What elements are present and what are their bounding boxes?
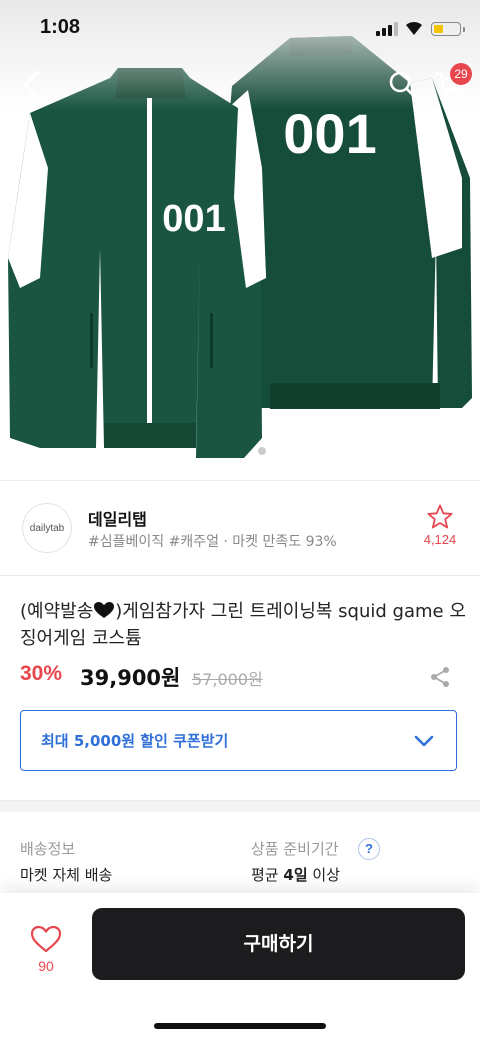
- prep-period-label: 상품 준비기간: [251, 840, 339, 858]
- help-icon[interactable]: ?: [358, 838, 380, 860]
- battery-tip: [463, 27, 465, 32]
- status-time: 1:08: [40, 16, 81, 38]
- heart-icon[interactable]: [30, 925, 62, 953]
- prep-days: 4일: [283, 866, 308, 884]
- prep-suffix: 이상: [312, 866, 341, 884]
- original-price: 57,000원: [192, 670, 263, 689]
- prep-prefix: 평균: [251, 866, 279, 884]
- prep-period-value: 평균 4일 이상: [251, 864, 340, 885]
- coupon-button[interactable]: 최대 5,000원 할인 쿠폰받기: [20, 710, 457, 771]
- shipping-label: 배송정보: [20, 840, 76, 858]
- coupon-label: 최대 5,000원 할인 쿠폰받기: [41, 732, 229, 750]
- back-number: 001: [283, 102, 376, 165]
- signal-icon: [376, 22, 398, 36]
- wifi-icon: [406, 21, 422, 35]
- seller-logo[interactable]: dailytab: [22, 503, 72, 553]
- divider: [0, 575, 480, 576]
- status-bar: 1:08: [0, 0, 480, 60]
- jacket-front: [8, 68, 266, 458]
- star-icon[interactable]: [426, 503, 454, 531]
- discount-rate: 30%: [20, 662, 63, 685]
- front-number: 001: [162, 198, 225, 240]
- seller-tags: #심플베이직 #캐주얼 · 마켓 만족도 93%: [88, 534, 337, 550]
- chevron-left-icon[interactable]: [18, 68, 46, 102]
- black-heart-icon: [94, 602, 115, 618]
- product-title: (예약발송)게임참가자 그린 트레이닝복 squid game 오징어게임 코스…: [20, 598, 466, 652]
- search-icon[interactable]: [388, 70, 418, 100]
- section-separator: [0, 800, 480, 812]
- share-icon[interactable]: [428, 665, 452, 689]
- seller-row[interactable]: dailytab 데일리탭 #심플베이직 #캐주얼 · 마켓 만족도 93%: [0, 480, 480, 575]
- seller-name[interactable]: 데일리탭: [88, 506, 147, 530]
- sale-price: 39,900원: [80, 666, 181, 690]
- favorite-count: 4,124: [423, 532, 457, 547]
- shipping-value: 마켓 자체 배송: [20, 866, 113, 884]
- battery-icon: [431, 22, 461, 36]
- chevron-down-icon: [414, 735, 434, 747]
- buy-button[interactable]: 구매하기: [92, 908, 465, 980]
- cart-count-badge: 29: [450, 63, 472, 85]
- like-count: 90: [38, 958, 54, 974]
- home-indicator: [154, 1023, 326, 1029]
- title-prefix: (예약발송: [20, 601, 94, 622]
